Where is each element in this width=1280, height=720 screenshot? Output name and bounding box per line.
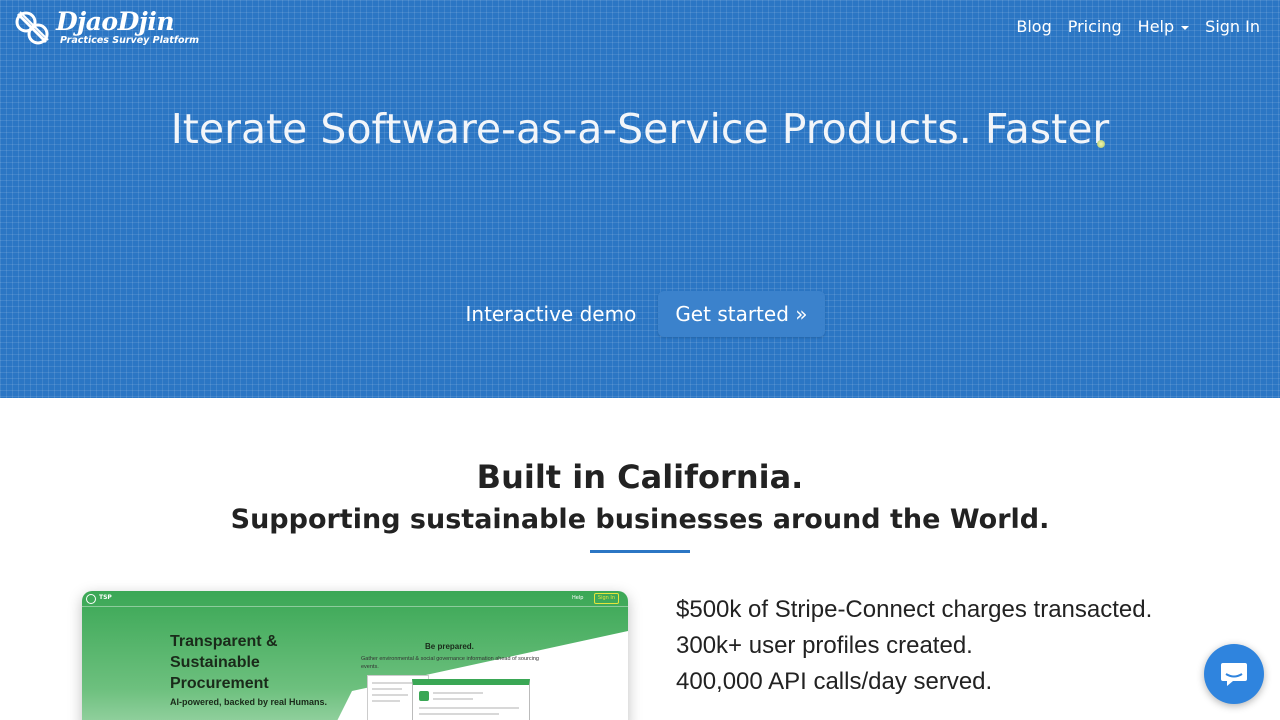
- logo-tagline: Practices Survey Platform: [60, 35, 200, 46]
- top-nav: Blog Pricing Help Sign In: [1016, 17, 1260, 37]
- preview-be-prepared: Be prepared.: [425, 642, 474, 651]
- preview-headline: Transparent & Sustainable Procurement: [170, 633, 278, 692]
- stat-item: $500k of Stripe-Connect charges transact…: [676, 596, 1153, 623]
- interactive-demo-link[interactable]: Interactive demo: [456, 291, 647, 337]
- get-started-button[interactable]: Get started »: [658, 291, 825, 337]
- preview-screen-front: [412, 679, 530, 720]
- logo-name: DjaoDjin: [56, 7, 175, 36]
- stats-list: $500k of Stripe-Connect charges transact…: [676, 592, 1152, 700]
- preview-wedge-shape: [337, 631, 628, 720]
- preview-gather-text: Gather environmental & social governance…: [361, 656, 539, 670]
- cursor-highlight: [1097, 140, 1105, 148]
- hero-cta-group: Interactive demo Get started »: [0, 291, 1280, 337]
- chevron-down-icon: [1181, 26, 1190, 30]
- stat-item: 400,000 API calls/day served.: [676, 668, 993, 695]
- nav-help-label: Help: [1137, 17, 1175, 36]
- hero-title: Iterate Software-as-a-Service Products. …: [170, 105, 1110, 153]
- preview-tagline: AI-powered, backed by real Humans.: [170, 697, 328, 707]
- nav-pricing[interactable]: Pricing: [1068, 17, 1122, 37]
- preview-help: Help: [572, 595, 584, 601]
- nav-sign-in[interactable]: Sign In: [1205, 17, 1260, 37]
- preview-navbar: [82, 591, 628, 607]
- section-title: Built in California.: [476, 458, 804, 496]
- section-subtitle: Supporting sustainable businesses around…: [230, 504, 1050, 535]
- section-divider: [590, 550, 690, 553]
- nav-blog[interactable]: Blog: [1016, 17, 1051, 37]
- preview-brand: TSP: [99, 594, 112, 601]
- chat-bubble-icon: [1221, 663, 1247, 686]
- stat-item: 300k+ user profiles created.: [676, 632, 973, 659]
- product-preview-image: TSP Help Sign In Transparent & Sustainab…: [82, 591, 628, 720]
- nav-help-dropdown[interactable]: Help: [1137, 17, 1190, 37]
- site-logo[interactable]: DjaoDjin Practices Survey Platform: [12, 8, 199, 48]
- preview-sign-in: Sign In: [594, 593, 619, 604]
- chat-launcher-button[interactable]: [1204, 644, 1264, 704]
- logo-icon: [15, 11, 49, 45]
- preview-logo-icon: [86, 594, 96, 604]
- hero-banner: DjaoDjin Practices Survey Platform Blog …: [0, 0, 1280, 398]
